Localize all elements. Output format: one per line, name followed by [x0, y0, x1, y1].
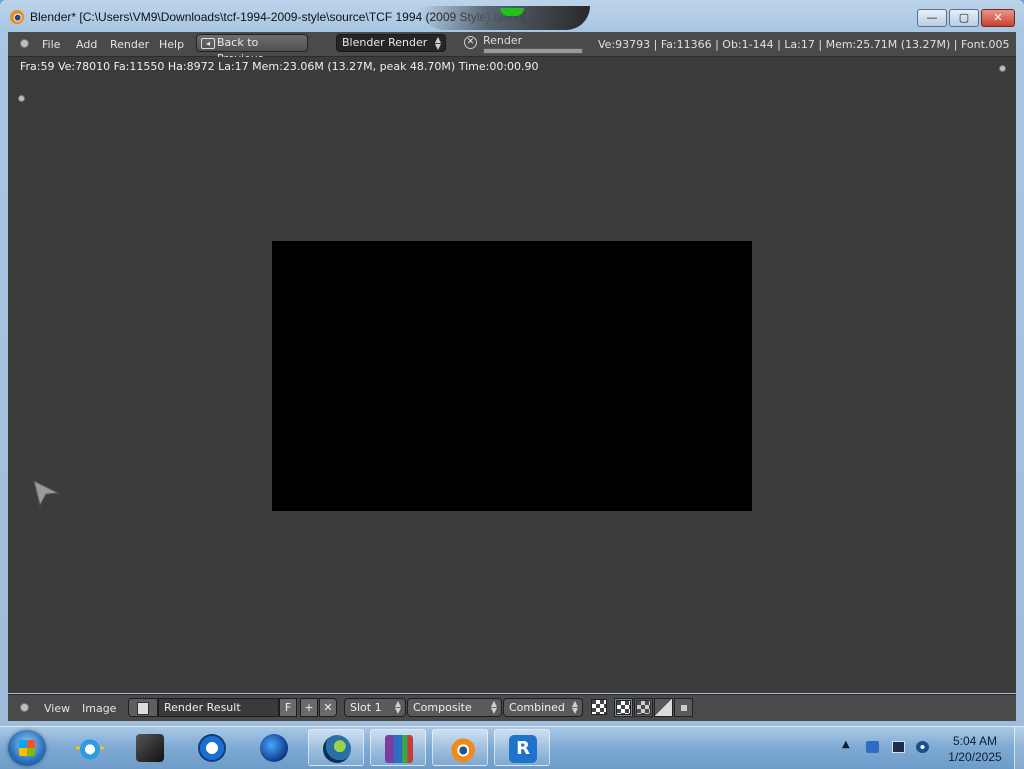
render-progress-bar: [483, 48, 583, 54]
clock[interactable]: 5:04 AM 1/20/2025: [940, 733, 1010, 765]
cancel-render-icon[interactable]: ✕: [464, 36, 477, 49]
close-button[interactable]: ✕: [981, 9, 1015, 27]
menu-view[interactable]: View: [44, 702, 70, 715]
clock-time: 5:04 AM: [952, 734, 998, 748]
render-pass-select[interactable]: Combined ▲ ▼: [503, 698, 583, 717]
taskbar-winrar[interactable]: [370, 729, 426, 766]
menu-add[interactable]: Add: [76, 38, 97, 51]
image-name-field[interactable]: Render Result: [158, 698, 279, 717]
render-info-bar: Fra:59 Ve:78010 Fa:11550 Ha:8972 La:17 M…: [8, 57, 1016, 77]
alpha-channel-button[interactable]: [654, 698, 673, 717]
tray-expand-icon[interactable]: ▲: [842, 739, 850, 750]
render-layer-select[interactable]: Composite ▲ ▼: [407, 698, 502, 717]
windows-logo-icon: [19, 740, 35, 756]
render-layer-value: Composite: [413, 701, 472, 714]
up-down-icon: ▲ ▼: [394, 699, 401, 715]
color-alpha-channel-button[interactable]: [614, 698, 633, 717]
render-progress-fill: [484, 49, 582, 53]
r-app-icon: R: [509, 735, 537, 763]
maximize-button[interactable]: ▢: [949, 9, 979, 27]
image-icon: [137, 702, 149, 715]
z-buffer-button[interactable]: [674, 698, 693, 717]
up-down-icon: ▲ ▼: [434, 35, 441, 51]
region-toggle-icon[interactable]: [999, 65, 1006, 72]
slot-select[interactable]: Slot 1 ▲ ▼: [344, 698, 406, 717]
image-browse-button[interactable]: [128, 698, 158, 717]
media-player-icon: [198, 734, 226, 762]
menu-image[interactable]: Image: [82, 702, 116, 715]
clock-date: 1/20/2025: [948, 750, 1002, 764]
up-down-icon: ▲ ▼: [571, 699, 578, 715]
show-desktop-button[interactable]: [1014, 727, 1024, 769]
scene-stats: Ve:93793 | Fa:11366 | Ob:1-144 | La:17 |…: [598, 38, 1010, 51]
windows-taskbar: R ▲ 5:04 AM 1/20/2025: [0, 726, 1024, 769]
winrar-icon: [385, 735, 413, 763]
display-channels-group: [614, 698, 696, 717]
taskbar-steam[interactable]: [308, 729, 364, 766]
image-editor-viewport[interactable]: [8, 77, 1016, 693]
checker-half-icon: [636, 700, 651, 715]
taskbar-internet-explorer[interactable]: [62, 729, 118, 766]
editor-type-icon[interactable]: [20, 39, 29, 48]
taskbar-archive-box[interactable]: [122, 729, 178, 766]
back-arrow-icon: ◂: [201, 38, 215, 49]
archive-box-icon: [136, 734, 164, 762]
unlink-image-icon[interactable]: ✕: [319, 698, 337, 717]
square-icon: [681, 705, 687, 711]
blender-logo-icon: [10, 10, 24, 24]
slot-value: Slot 1: [350, 701, 382, 714]
taskbar-globe[interactable]: [246, 729, 302, 766]
color-channel-button[interactable]: [634, 698, 653, 717]
mouse-pointer-icon: [33, 480, 60, 507]
render-result-image: [272, 241, 752, 511]
render-engine-select[interactable]: Blender Render ▲ ▼: [336, 34, 446, 52]
render-engine-value: Blender Render: [342, 36, 428, 49]
menu-render[interactable]: Render: [110, 38, 149, 51]
start-button[interactable]: [8, 730, 46, 766]
taskbar-media-player[interactable]: [184, 729, 240, 766]
monitor-tray-icon[interactable]: [892, 741, 905, 753]
fake-user-button[interactable]: F: [279, 698, 297, 717]
info-header: File Add Render Help ◂ Back to Previous …: [8, 32, 1016, 65]
render-job-label: Render: [483, 34, 523, 47]
blender-window: Blender* [C:\Users\VM9\Downloads\tcf-199…: [0, 0, 1024, 726]
internet-explorer-icon: [76, 734, 104, 762]
checker-icon: [616, 700, 631, 715]
blender-icon: [447, 735, 475, 763]
editor-type-icon-bottom[interactable]: [20, 703, 29, 712]
minimize-button[interactable]: —: [917, 9, 947, 27]
menu-help[interactable]: Help: [159, 38, 184, 51]
tool-shelf-toggle-icon[interactable]: [18, 95, 25, 102]
volume-tray-icon[interactable]: [916, 741, 929, 753]
up-down-icon: ▲ ▼: [490, 699, 497, 715]
render-info-text: Fra:59 Ve:78010 Fa:11550 Ha:8972 La:17 M…: [20, 60, 539, 73]
title-bar[interactable]: Blender* [C:\Users\VM9\Downloads\tcf-199…: [0, 0, 1024, 32]
alpha-checker-icon[interactable]: [591, 699, 607, 715]
taskbar-blender[interactable]: [432, 729, 488, 766]
back-to-previous-button[interactable]: ◂ Back to Previous: [196, 34, 308, 65]
image-editor-header: View Image Render Result F + ✕ Slot 1 ▲ ▼…: [8, 694, 1016, 721]
globe-icon: [260, 734, 288, 762]
steam-icon: [323, 735, 351, 763]
render-pass-value: Combined: [509, 701, 565, 714]
taskbar-remote-app[interactable]: R: [494, 729, 550, 766]
new-image-icon[interactable]: +: [300, 698, 318, 717]
menu-file[interactable]: File: [42, 38, 60, 51]
flag-tray-icon[interactable]: [866, 741, 879, 753]
